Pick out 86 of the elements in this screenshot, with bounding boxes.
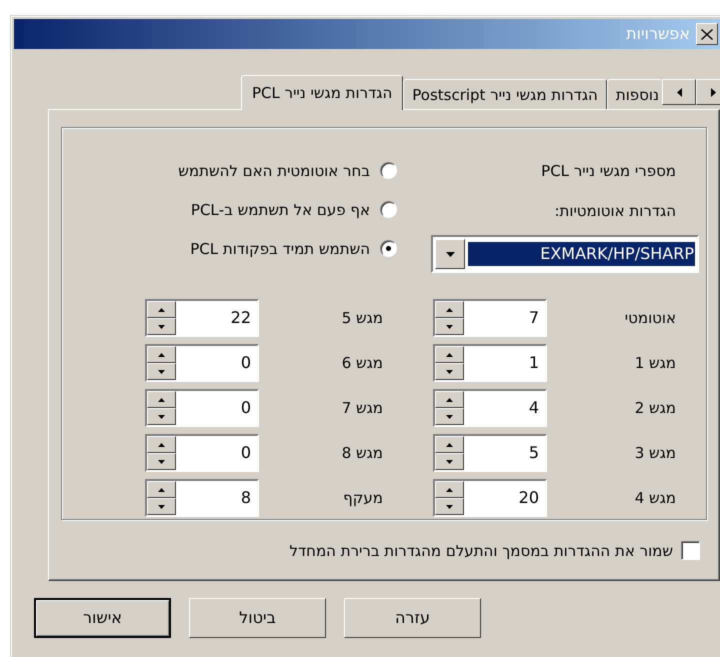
up-arrow-icon: [446, 398, 453, 402]
radio-label: השתמש תמיד בפקודות PCL: [190, 240, 370, 258]
dialog-button[interactable]: ביטול: [189, 598, 326, 638]
up-arrow-icon: [446, 488, 453, 492]
down-arrow-icon: [446, 324, 453, 328]
up-arrow-icon: [446, 442, 453, 446]
scroll-left-button[interactable]: [662, 79, 696, 105]
close-button[interactable]: [696, 23, 718, 45]
tray-label: מגש 2: [634, 399, 677, 417]
down-arrow-icon: [446, 460, 453, 464]
tray-label: מגש 5: [340, 309, 384, 327]
up-arrow-icon: [446, 352, 453, 356]
up-arrow-icon: [158, 308, 165, 312]
spin-down-button[interactable]: [435, 318, 464, 335]
tray-label: אוטומטי: [624, 309, 677, 327]
up-arrow-icon: [158, 488, 165, 492]
section-label: מספרי מגשי נייר PCL: [541, 162, 676, 180]
dropdown-button[interactable]: [435, 239, 465, 269]
spin-up-button[interactable]: [147, 481, 176, 498]
spin-down-button[interactable]: [147, 408, 176, 425]
right-arrow-icon: [710, 88, 716, 96]
down-arrow-icon: [158, 324, 165, 328]
tray-label: מגש 6: [340, 354, 384, 372]
number-spinner[interactable]: 1: [433, 344, 547, 382]
down-arrow-icon: [446, 370, 453, 374]
spin-down-button[interactable]: [147, 453, 176, 470]
number-spinner[interactable]: 0: [145, 434, 259, 472]
number-spinner[interactable]: 20: [433, 479, 547, 517]
number-spinner[interactable]: 22: [145, 299, 259, 337]
radio-button[interactable]: [380, 240, 397, 257]
tab[interactable]: הגדרות מגשי נייר Postscript: [403, 79, 607, 109]
dialog-button[interactable]: אישור: [34, 598, 171, 638]
spin-down-button[interactable]: [435, 363, 464, 380]
tab[interactable]: הגדרות מגשי נייר PCL: [240, 75, 404, 110]
down-arrow-icon: [158, 414, 165, 418]
field-label: הגדרות אוטומטיות:: [554, 202, 676, 220]
spin-up-button[interactable]: [147, 346, 176, 363]
spin-up-button[interactable]: [435, 346, 464, 363]
spin-up-button[interactable]: [147, 301, 176, 318]
spin-up-button[interactable]: [435, 301, 464, 318]
up-arrow-icon: [158, 398, 165, 402]
radio-button[interactable]: [380, 162, 397, 179]
down-arrow-icon: [158, 370, 165, 374]
down-arrow-icon: [158, 460, 165, 464]
spin-down-button[interactable]: [147, 318, 176, 335]
tray-label: מגש 4: [634, 489, 677, 507]
tab[interactable]: נוספות: [606, 79, 662, 109]
spin-up-button[interactable]: [147, 391, 176, 408]
spin-down-button[interactable]: [435, 498, 464, 515]
caret-icon: [446, 252, 454, 256]
spin-up-button[interactable]: [435, 391, 464, 408]
scroll-right-button[interactable]: [696, 79, 720, 105]
spin-up-button[interactable]: [435, 481, 464, 498]
checkbox-label: שמור את ההגדרות במסמך והתעלם מהגדרות ברירת המחדל: [289, 542, 673, 560]
tray-label: מגש 3: [634, 444, 677, 462]
down-arrow-icon: [158, 504, 165, 508]
number-spinner[interactable]: 4: [433, 389, 547, 427]
window-title: אפשרויות: [626, 24, 690, 44]
spin-down-button[interactable]: [147, 498, 176, 515]
tray-label: מגש 1: [634, 354, 677, 372]
number-spinner[interactable]: 7: [433, 299, 547, 337]
preset-dropdown[interactable]: EXMARK/HP/SHARP: [431, 235, 699, 273]
down-arrow-icon: [446, 504, 453, 508]
radio-button[interactable]: [380, 201, 397, 218]
spin-up-button[interactable]: [435, 436, 464, 453]
spin-down-button[interactable]: [435, 453, 464, 470]
number-spinner[interactable]: 0: [145, 344, 259, 382]
spin-up-button[interactable]: [147, 436, 176, 453]
number-spinner[interactable]: 5: [433, 434, 547, 472]
radio-label: בחר אוטומטית האם להשתמש: [178, 162, 370, 180]
number-spinner[interactable]: 0: [145, 389, 259, 427]
tray-label: מגש 8: [340, 444, 384, 462]
tray-label: מעקף: [342, 489, 384, 507]
number-spinner[interactable]: 8: [145, 479, 259, 517]
checkbox[interactable]: [681, 541, 700, 560]
tray-label: מגש 7: [340, 399, 384, 417]
spin-down-button[interactable]: [147, 363, 176, 380]
up-arrow-icon: [446, 308, 453, 312]
dialog-button[interactable]: עזרה: [344, 598, 481, 638]
down-arrow-icon: [446, 414, 453, 418]
up-arrow-icon: [158, 442, 165, 446]
radio-label: אף פעם אל תשתמש ב-PCL: [190, 200, 370, 218]
left-arrow-icon: [676, 88, 682, 96]
up-arrow-icon: [158, 352, 165, 356]
spin-down-button[interactable]: [435, 408, 464, 425]
close-icon: [701, 28, 713, 40]
